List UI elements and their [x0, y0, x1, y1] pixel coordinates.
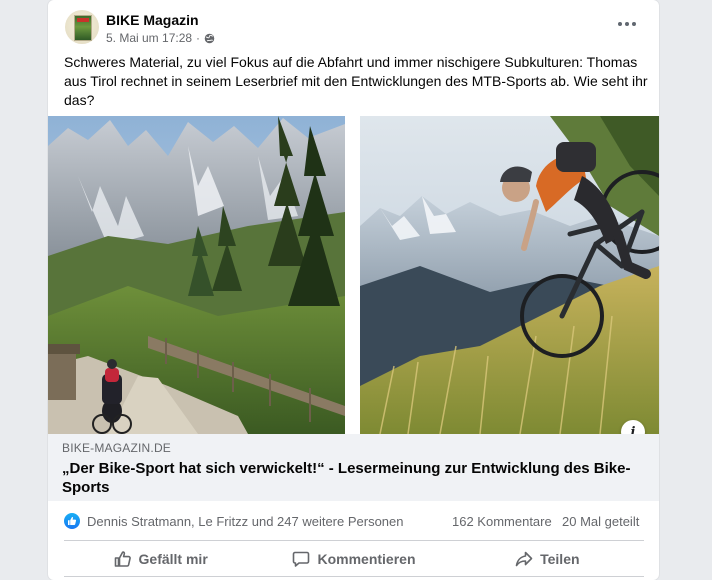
post-header: BIKE Magazin 5. Mai um 17:28 ·	[48, 0, 659, 50]
divider	[64, 576, 644, 577]
post-text: Schweres Material, zu viel Fokus auf die…	[64, 54, 648, 108]
reactions-summary[interactable]: Dennis Stratmann, Le Fritzz und 247 weit…	[87, 514, 404, 529]
shares-count[interactable]: 20 Mal geteilt	[562, 514, 639, 529]
share-button-label: Teilen	[540, 550, 580, 567]
comments-count[interactable]: 162 Kommentare	[452, 514, 552, 529]
link-domain: BIKE-MAGAZIN.DE	[62, 441, 172, 455]
share-icon	[515, 551, 533, 566]
comment-button[interactable]: Kommentieren	[257, 541, 450, 576]
post-timestamp[interactable]: 5. Mai um 17:28	[106, 31, 192, 45]
link-title[interactable]: „Der Bike-Sport hat sich verwickelt!“ - …	[62, 459, 647, 497]
magazine-cover-icon	[74, 15, 92, 41]
link-preview[interactable]: BIKE-MAGAZIN.DE „Der Bike-Sport hat sich…	[48, 434, 659, 501]
post-meta: 5. Mai um 17:28 ·	[106, 31, 215, 45]
stats-row: Dennis Stratmann, Le Fritzz und 247 weit…	[48, 501, 659, 541]
action-row: Gefällt mir Kommentieren Teilen	[64, 541, 644, 576]
globe-icon	[204, 33, 215, 43]
share-button[interactable]: Teilen	[451, 541, 644, 576]
more-options-icon[interactable]	[613, 14, 641, 34]
meta-separator: ·	[196, 31, 201, 45]
like-reaction-icon[interactable]	[64, 513, 80, 529]
page-avatar[interactable]	[65, 10, 99, 44]
post-image-area[interactable]: i	[48, 116, 659, 444]
like-button[interactable]: Gefällt mir	[64, 541, 257, 576]
post-card: BIKE Magazin 5. Mai um 17:28 · Schweres …	[48, 0, 659, 580]
comment-button-label: Kommentieren	[317, 550, 416, 567]
thumbs-up-icon	[114, 550, 131, 567]
mountain-biker-photo[interactable]	[360, 116, 659, 434]
like-button-label: Gefällt mir	[138, 550, 208, 567]
comment-icon	[293, 551, 310, 567]
hiking-trail-photo[interactable]	[48, 116, 345, 434]
page-name[interactable]: BIKE Magazin	[106, 12, 199, 28]
